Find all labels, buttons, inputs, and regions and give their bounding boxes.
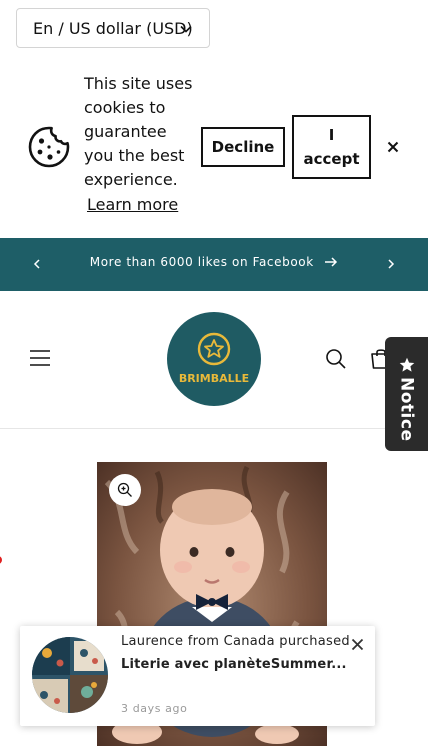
menu-icon[interactable] — [28, 348, 52, 368]
recent-purchase-popup[interactable]: Laurence from Canada purchased Literie a… — [20, 626, 375, 726]
search-icon[interactable] — [325, 348, 347, 370]
close-icon[interactable] — [384, 138, 402, 156]
arrow-right-icon[interactable] — [384, 257, 398, 271]
purchase-time: 3 days ago — [121, 702, 188, 715]
announcement-text: More than 6000 likes on Facebook — [89, 255, 314, 269]
currency-selector-label: En / US dollar (USD) — [33, 18, 193, 38]
announcement-link[interactable]: More than 6000 likes on Facebook — [0, 255, 428, 269]
zoom-button[interactable] — [109, 474, 141, 506]
logo-text: BRIMBALLE — [179, 372, 249, 385]
notice-tab-label: Notice — [396, 377, 417, 442]
notification-dot — [0, 556, 2, 564]
brand-logo[interactable]: BRIMBALLE — [166, 311, 262, 407]
currency-selector[interactable]: En / US dollar (USD) — [16, 8, 210, 48]
decline-button[interactable]: Decline — [201, 127, 285, 167]
notice-tab[interactable]: Notice — [385, 337, 428, 451]
product-thumbnail — [32, 637, 108, 713]
chevron-down-icon — [180, 25, 192, 33]
star-icon — [399, 357, 414, 372]
arrow-right-icon — [325, 257, 338, 267]
site-header: BRIMBALLE — [0, 291, 428, 429]
accept-button[interactable]: I accept — [292, 115, 371, 179]
announcement-bar: More than 6000 likes on Facebook — [0, 238, 428, 291]
purchase-product[interactable]: Literie avec planèteSummer... — [121, 657, 347, 672]
cookie-icon — [28, 126, 70, 168]
learn-more-link[interactable]: Learn more — [87, 195, 178, 214]
purchase-buyer: Laurence from Canada purchased — [121, 634, 350, 649]
close-icon[interactable] — [351, 638, 364, 651]
zoom-icon — [117, 482, 132, 497]
cookie-message: This site uses cookies to guarantee you … — [84, 74, 193, 189]
